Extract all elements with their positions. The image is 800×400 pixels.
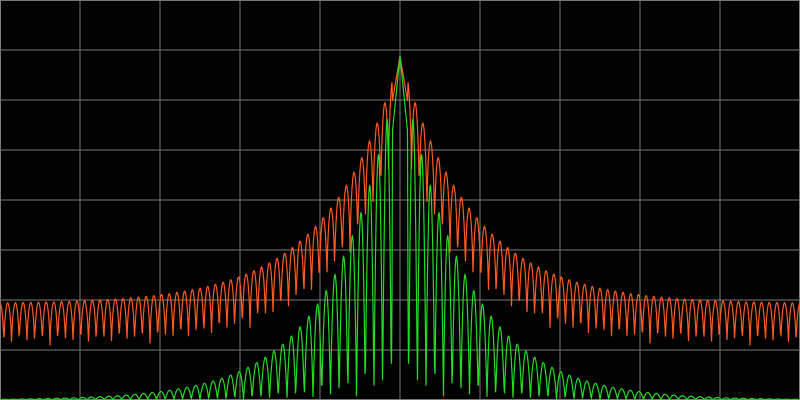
chart-svg [0, 0, 800, 400]
spectrum-plot [0, 0, 800, 400]
